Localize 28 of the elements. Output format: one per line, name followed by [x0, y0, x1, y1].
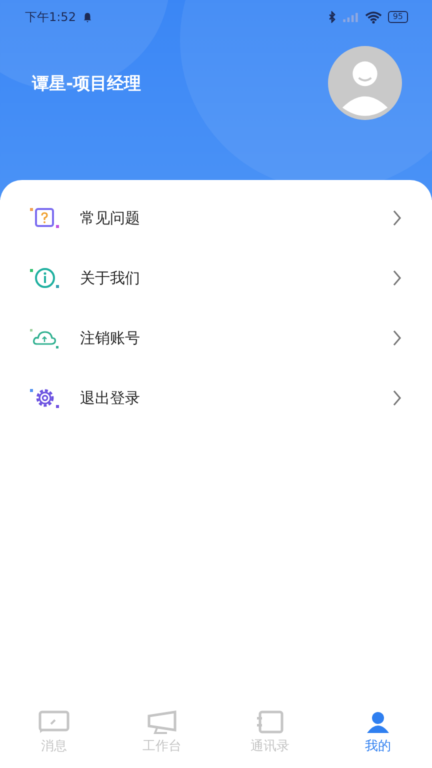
signal-icon	[342, 12, 359, 22]
menu-label: 关于我们	[80, 268, 141, 288]
menu-label: 注销账号	[80, 328, 141, 348]
menu-item[interactable]: 退出登录	[0, 368, 432, 428]
chevron-right-icon	[392, 210, 402, 226]
battery-indicator: 95	[388, 11, 408, 23]
question-icon	[30, 206, 60, 230]
menu-label: 常见问题	[80, 208, 141, 228]
gear-icon	[30, 386, 60, 410]
user-name: 谭星-项目经理	[32, 72, 142, 94]
cloud-icon	[30, 326, 60, 350]
contacts-icon	[254, 710, 286, 734]
info-icon	[30, 266, 60, 290]
menu-item[interactable]: 关于我们	[0, 248, 432, 308]
menu-label: 退出登录	[80, 388, 141, 408]
menu-item[interactable]: 常见问题	[0, 188, 432, 248]
chevron-right-icon	[392, 270, 402, 286]
status-time: 下午1:52	[25, 8, 76, 26]
chevron-right-icon	[392, 390, 402, 406]
tab[interactable]: 我的	[324, 702, 432, 768]
bell-icon	[82, 12, 93, 22]
monitor-icon	[146, 710, 178, 734]
avatar-icon[interactable]	[328, 46, 402, 120]
chevron-right-icon	[392, 330, 402, 346]
menu-item[interactable]: 注销账号	[0, 308, 432, 368]
bluetooth-icon	[328, 11, 336, 23]
wifi-icon	[364, 10, 382, 24]
message-icon	[38, 710, 70, 734]
